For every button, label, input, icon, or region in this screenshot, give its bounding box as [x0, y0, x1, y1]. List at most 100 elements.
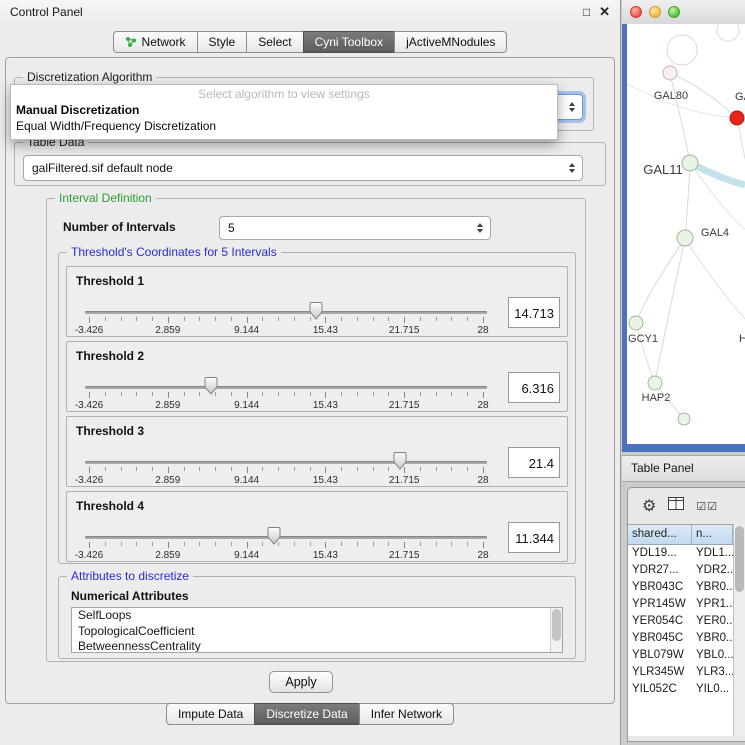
tick-mark — [420, 542, 421, 546]
tick-mark — [105, 317, 106, 321]
threshold-label: Threshold 4 — [76, 499, 144, 513]
tab-infer-network[interactable]: Infer Network — [359, 703, 454, 725]
tab-network[interactable]: Network — [113, 31, 198, 53]
scale-label: 9.144 — [234, 550, 259, 561]
tick-mark — [199, 542, 200, 546]
tick-mark — [278, 467, 279, 471]
tick-mark — [89, 392, 90, 398]
threshold-slider[interactable]: -3.4262.8599.14415.4321.71528 — [77, 453, 495, 487]
cell-name: YDL1... — [692, 545, 733, 562]
attributes-scrollbar[interactable] — [550, 608, 562, 652]
table-scrollbar[interactable] — [733, 524, 745, 736]
tick-mark — [278, 317, 279, 321]
network-node[interactable] — [648, 376, 662, 390]
attributes-scrollbar-thumb[interactable] — [552, 609, 561, 641]
threshold-slider[interactable]: -3.4262.8599.14415.4321.71528 — [77, 528, 495, 562]
dropdown-placeholder: Select algorithm to view settings — [11, 87, 557, 102]
scale-label: 9.144 — [234, 400, 259, 411]
tick-mark — [404, 392, 405, 398]
tick-mark — [105, 392, 106, 396]
tab-cyni-toolbox[interactable]: Cyni Toolbox — [303, 31, 395, 53]
table-row[interactable]: YDR27...YDR2... — [628, 562, 733, 579]
cell-name: YDR2... — [692, 562, 733, 579]
node-label: H — [739, 333, 745, 345]
tick-mark — [325, 542, 326, 548]
table-row[interactable]: YDL19...YDL1... — [628, 545, 733, 562]
table-data-combobox[interactable]: galFiltered.sif default node — [23, 155, 583, 181]
tick-mark — [231, 542, 232, 546]
threshold-value-field[interactable]: 14.713 — [508, 297, 560, 328]
network-node[interactable] — [682, 155, 698, 171]
number-of-intervals-combobox[interactable]: 5 — [219, 216, 491, 240]
table-scrollbar-thumb[interactable] — [735, 526, 744, 592]
threshold-value-field[interactable]: 11.344 — [508, 522, 560, 553]
attribute-list-item[interactable]: SelfLoops — [72, 608, 562, 624]
numerical-attributes-list[interactable]: SelfLoopsTopologicalCoefficientBetweenne… — [71, 607, 563, 653]
cell-shared-name: YBR045C — [628, 630, 692, 647]
network-node[interactable] — [677, 230, 693, 246]
table-rows: YDL19...YDL1...YDR27...YDR2...YBR043CYBR… — [628, 545, 733, 698]
tick-mark — [341, 467, 342, 471]
tab-impute-data[interactable]: Impute Data — [166, 703, 255, 725]
dropdown-option-equal-width[interactable]: Equal Width/Frequency Discretization — [11, 118, 557, 134]
tick-mark — [89, 467, 90, 473]
number-of-intervals-value: 5 — [228, 221, 235, 235]
tick-mark — [121, 467, 122, 471]
tab-label: Cyni Toolbox — [315, 35, 383, 49]
minimize-traffic-light-icon[interactable] — [649, 6, 661, 18]
tick-mark — [341, 542, 342, 546]
tab-style[interactable]: Style — [197, 31, 248, 53]
close-icon[interactable]: ✕ — [599, 4, 610, 20]
dropdown-option-manual-discretization[interactable]: Manual Discretization — [11, 102, 557, 118]
slider-thumb[interactable] — [310, 302, 323, 320]
threshold-slider[interactable]: -3.4262.8599.14415.4321.71528 — [77, 303, 495, 337]
tab-discretize-data[interactable]: Discretize Data — [254, 703, 359, 725]
columns-icon[interactable] — [668, 497, 684, 515]
threshold-slider[interactable]: -3.4262.8599.14415.4321.71528 — [77, 378, 495, 412]
column-header-shared-name[interactable]: shared... — [628, 525, 692, 545]
tick-mark — [168, 392, 169, 398]
tick-mark — [436, 467, 437, 471]
cell-shared-name: YDR27... — [628, 562, 692, 579]
network-node[interactable] — [663, 66, 677, 80]
table-row[interactable]: YBR045CYBR0... — [628, 630, 733, 647]
tab-select[interactable]: Select — [246, 31, 303, 53]
table-row[interactable]: YBL079WYBL0... — [628, 647, 733, 664]
table-row[interactable]: YLR345WYLR3... — [628, 664, 733, 681]
threshold-value-field[interactable]: 6.316 — [508, 372, 560, 403]
cell-name: YPR1... — [692, 596, 733, 613]
network-node[interactable] — [678, 413, 690, 425]
table-row[interactable]: YPR145WYPR1... — [628, 596, 733, 613]
column-header-name[interactable]: n... — [692, 525, 733, 545]
tick-mark — [483, 467, 484, 473]
scale-label: 15.43 — [313, 325, 338, 336]
slider-scale: -3.4262.8599.14415.4321.71528 — [89, 550, 483, 561]
network-canvas[interactable]: GAL80GAGAL11GAL4GCY1HHAP2 — [627, 24, 745, 444]
tab-jactivemnodules[interactable]: jActiveMNodules — [394, 31, 507, 53]
attribute-list-item[interactable]: TopologicalCoefficient — [72, 624, 562, 640]
tick-mark — [231, 317, 232, 321]
select-checkboxes-icon[interactable]: ☑☑ — [696, 500, 718, 513]
float-window-icon[interactable]: □ — [583, 5, 590, 19]
zoom-traffic-light-icon[interactable] — [668, 6, 680, 18]
network-node[interactable] — [730, 111, 744, 125]
network-node[interactable] — [629, 316, 643, 330]
attribute-list-item[interactable]: BetweennessCentrality — [72, 639, 562, 653]
slider-thumb[interactable] — [268, 527, 281, 545]
top-tab-bar: NetworkStyleSelect Cyni Toolbox jActiveMNo… — [0, 31, 620, 53]
slider-thumb[interactable] — [394, 452, 407, 470]
cell-shared-name: YBR043C — [628, 579, 692, 596]
table-row[interactable]: YIL052CYIL0... — [628, 681, 733, 698]
table-row[interactable]: YER054CYER0... — [628, 613, 733, 630]
tick-mark — [325, 467, 326, 473]
threshold-value-field[interactable]: 21.4 — [508, 447, 560, 478]
tick-mark — [467, 317, 468, 321]
slider-thumb[interactable] — [205, 377, 218, 395]
apply-button[interactable]: Apply — [269, 671, 333, 693]
cell-name: YIL0... — [692, 681, 733, 698]
tick-mark — [388, 467, 389, 471]
settings-gear-icon[interactable]: ⚙ — [642, 496, 656, 516]
close-traffic-light-icon[interactable] — [630, 6, 642, 18]
threshold-box: Threshold 321.4-3.4262.8599.14415.4321.7… — [66, 416, 568, 487]
table-row[interactable]: YBR043CYBR0... — [628, 579, 733, 596]
